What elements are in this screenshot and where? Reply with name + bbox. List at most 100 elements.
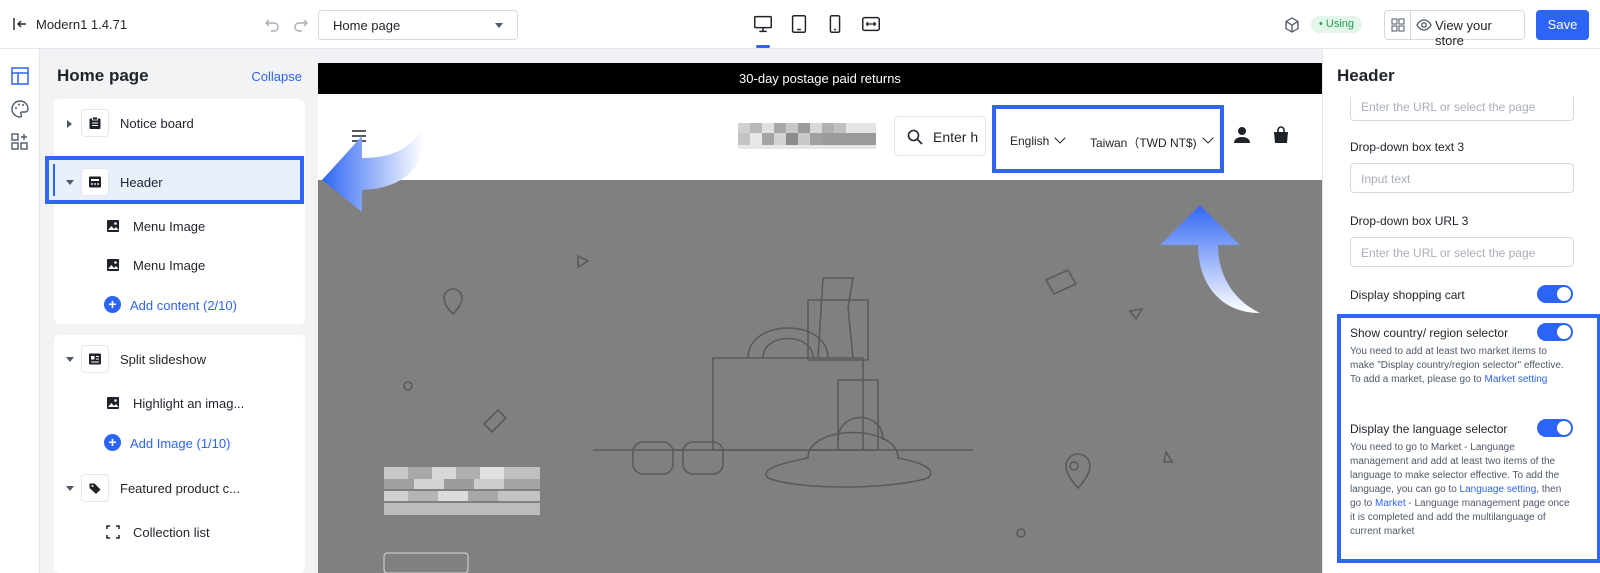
- bag-icon[interactable]: [1272, 126, 1290, 144]
- block-label: Menu Image: [133, 258, 206, 273]
- field-label: Drop-down box text 3: [1350, 140, 1465, 154]
- plus-icon: +: [104, 434, 121, 451]
- featured-icon-box: [81, 474, 109, 502]
- block-collection-list[interactable]: Collection list: [54, 513, 305, 551]
- exit-icon[interactable]: [12, 16, 28, 32]
- section-label: Featured product c...: [120, 481, 240, 496]
- desktop-icon: [754, 15, 772, 33]
- block-label: Menu Image: [133, 219, 206, 234]
- settings-panel: Header Enter the URL or select the page …: [1322, 49, 1600, 573]
- field-label: Show country/ region selector: [1350, 326, 1509, 340]
- user-icon[interactable]: [1233, 126, 1251, 144]
- fullscreen-view-button[interactable]: [860, 13, 884, 37]
- chevron-down-icon[interactable]: [66, 180, 74, 185]
- grid-icon[interactable]: [1391, 18, 1405, 32]
- block-highlight-image[interactable]: Highlight an imag...: [54, 384, 305, 422]
- slideshow-icon: [89, 353, 101, 365]
- apps-icon[interactable]: [10, 132, 30, 152]
- annotation-arrow-left: [322, 128, 424, 212]
- plus-icon: +: [104, 296, 121, 313]
- store-logo[interactable]: [738, 121, 876, 151]
- field-label: Display the language selector: [1350, 422, 1508, 436]
- chevron-down-icon[interactable]: [66, 357, 74, 362]
- language-selector-help: You need to go to Market - Language mana…: [1350, 441, 1574, 539]
- sections-panel: Home page Collapse Notice board Header M…: [41, 49, 318, 573]
- language-setting-link[interactable]: Language setting: [1460, 484, 1537, 495]
- dropdown-url-2-input[interactable]: Enter the URL or select the page: [1350, 97, 1574, 121]
- layout-icon[interactable]: [10, 66, 30, 86]
- panel-title: Home page: [57, 66, 149, 85]
- eye-icon: [1416, 19, 1432, 31]
- section-label: Header: [120, 175, 163, 190]
- collapse-link[interactable]: Collapse: [251, 69, 302, 84]
- block-label: Collection list: [133, 525, 210, 540]
- tablet-view-button[interactable]: [788, 13, 812, 37]
- annotation-arrow-up: [1160, 205, 1260, 313]
- header-icon-box: [81, 168, 109, 196]
- announcement-bar[interactable]: 30-day postage paid returns: [318, 63, 1322, 94]
- palette-icon[interactable]: [10, 99, 30, 119]
- panel-title: Header: [1337, 66, 1395, 85]
- section-header-row[interactable]: Header: [54, 162, 305, 202]
- image-icon: [107, 397, 119, 409]
- section-card-group-2: Split slideshow Highlight an imag... + A…: [54, 335, 305, 573]
- display-cart-toggle[interactable]: [1537, 285, 1573, 303]
- search-placeholder: Enter h: [933, 129, 979, 145]
- page-select[interactable]: Home page: [318, 10, 518, 40]
- section-featured-product[interactable]: Featured product c...: [54, 468, 305, 508]
- chevron-down-icon[interactable]: [66, 486, 74, 491]
- slideshow-icon-box: [81, 345, 109, 373]
- section-card-overlay: Header Menu Image Menu Image + Add conte…: [54, 99, 305, 324]
- status-badge: • Using: [1311, 16, 1363, 33]
- search-icon: [907, 129, 923, 145]
- fullscreen-icon: [862, 16, 880, 32]
- device-switcher: [752, 13, 888, 48]
- tablet-icon: [791, 15, 807, 33]
- block-menu-image-2[interactable]: Menu Image: [54, 246, 305, 284]
- add-image-button[interactable]: + Add Image (1/10): [54, 423, 305, 461]
- chevron-down-icon: [1054, 132, 1066, 144]
- redo-icon[interactable]: [293, 16, 309, 32]
- desktop-view-button[interactable]: [752, 13, 776, 48]
- section-label: Split slideshow: [120, 352, 206, 367]
- image-icon: [107, 220, 119, 232]
- header-layout-icon: [89, 176, 101, 188]
- icon-rail: [0, 49, 40, 573]
- dropdown-text-3-input[interactable]: Input text: [1350, 163, 1574, 193]
- block-label: Highlight an imag...: [133, 396, 245, 411]
- page-select-value: Home page: [333, 18, 401, 33]
- chevron-down-icon: [495, 23, 503, 28]
- region-selector[interactable]: Taiwan（TWD NT$): [1090, 134, 1197, 151]
- language-selector[interactable]: English: [1010, 134, 1049, 148]
- save-button[interactable]: Save: [1536, 10, 1589, 40]
- store-header: Enter h English Taiwan（TWD NT$): [318, 94, 1322, 180]
- tag-icon: [89, 483, 101, 494]
- search-box[interactable]: Enter h: [894, 116, 986, 156]
- country-selector-help: You need to add at least two market item…: [1350, 345, 1574, 387]
- block-menu-image-1[interactable]: Menu Image: [54, 207, 305, 245]
- view-store-button[interactable]: View your store: [1435, 18, 1524, 48]
- language-selector-toggle[interactable]: [1537, 419, 1573, 437]
- top-bar: Modern1 1.4.71 Home page • Using View yo…: [0, 0, 1600, 49]
- frame-icon: [106, 525, 120, 539]
- section-split-slideshow[interactable]: Split slideshow: [54, 339, 305, 379]
- mobile-view-button[interactable]: [824, 13, 848, 37]
- market-link[interactable]: Market: [1375, 498, 1406, 509]
- divider: [1410, 11, 1411, 39]
- image-icon: [107, 259, 119, 271]
- market-setting-link[interactable]: Market setting: [1485, 374, 1548, 385]
- cube-icon[interactable]: [1283, 16, 1301, 34]
- undo-icon[interactable]: [264, 16, 280, 32]
- field-label: Drop-down box URL 3: [1350, 214, 1469, 228]
- add-label: Add Image (1/10): [130, 436, 231, 451]
- add-content-button[interactable]: + Add content (2/10): [54, 285, 305, 323]
- country-selector-toggle[interactable]: [1537, 323, 1573, 341]
- chevron-down-icon: [1202, 132, 1214, 144]
- field-label: Display shopping cart: [1350, 288, 1465, 302]
- add-label: Add content (2/10): [130, 298, 237, 313]
- dropdown-url-3-input[interactable]: Enter the URL or select the page: [1350, 237, 1574, 267]
- store-preview: 30-day postage paid returns Enter h Engl…: [318, 63, 1322, 573]
- mobile-icon: [829, 15, 841, 33]
- store-actions: View your store: [1384, 10, 1525, 48]
- theme-title: Modern1 1.4.71: [36, 17, 128, 32]
